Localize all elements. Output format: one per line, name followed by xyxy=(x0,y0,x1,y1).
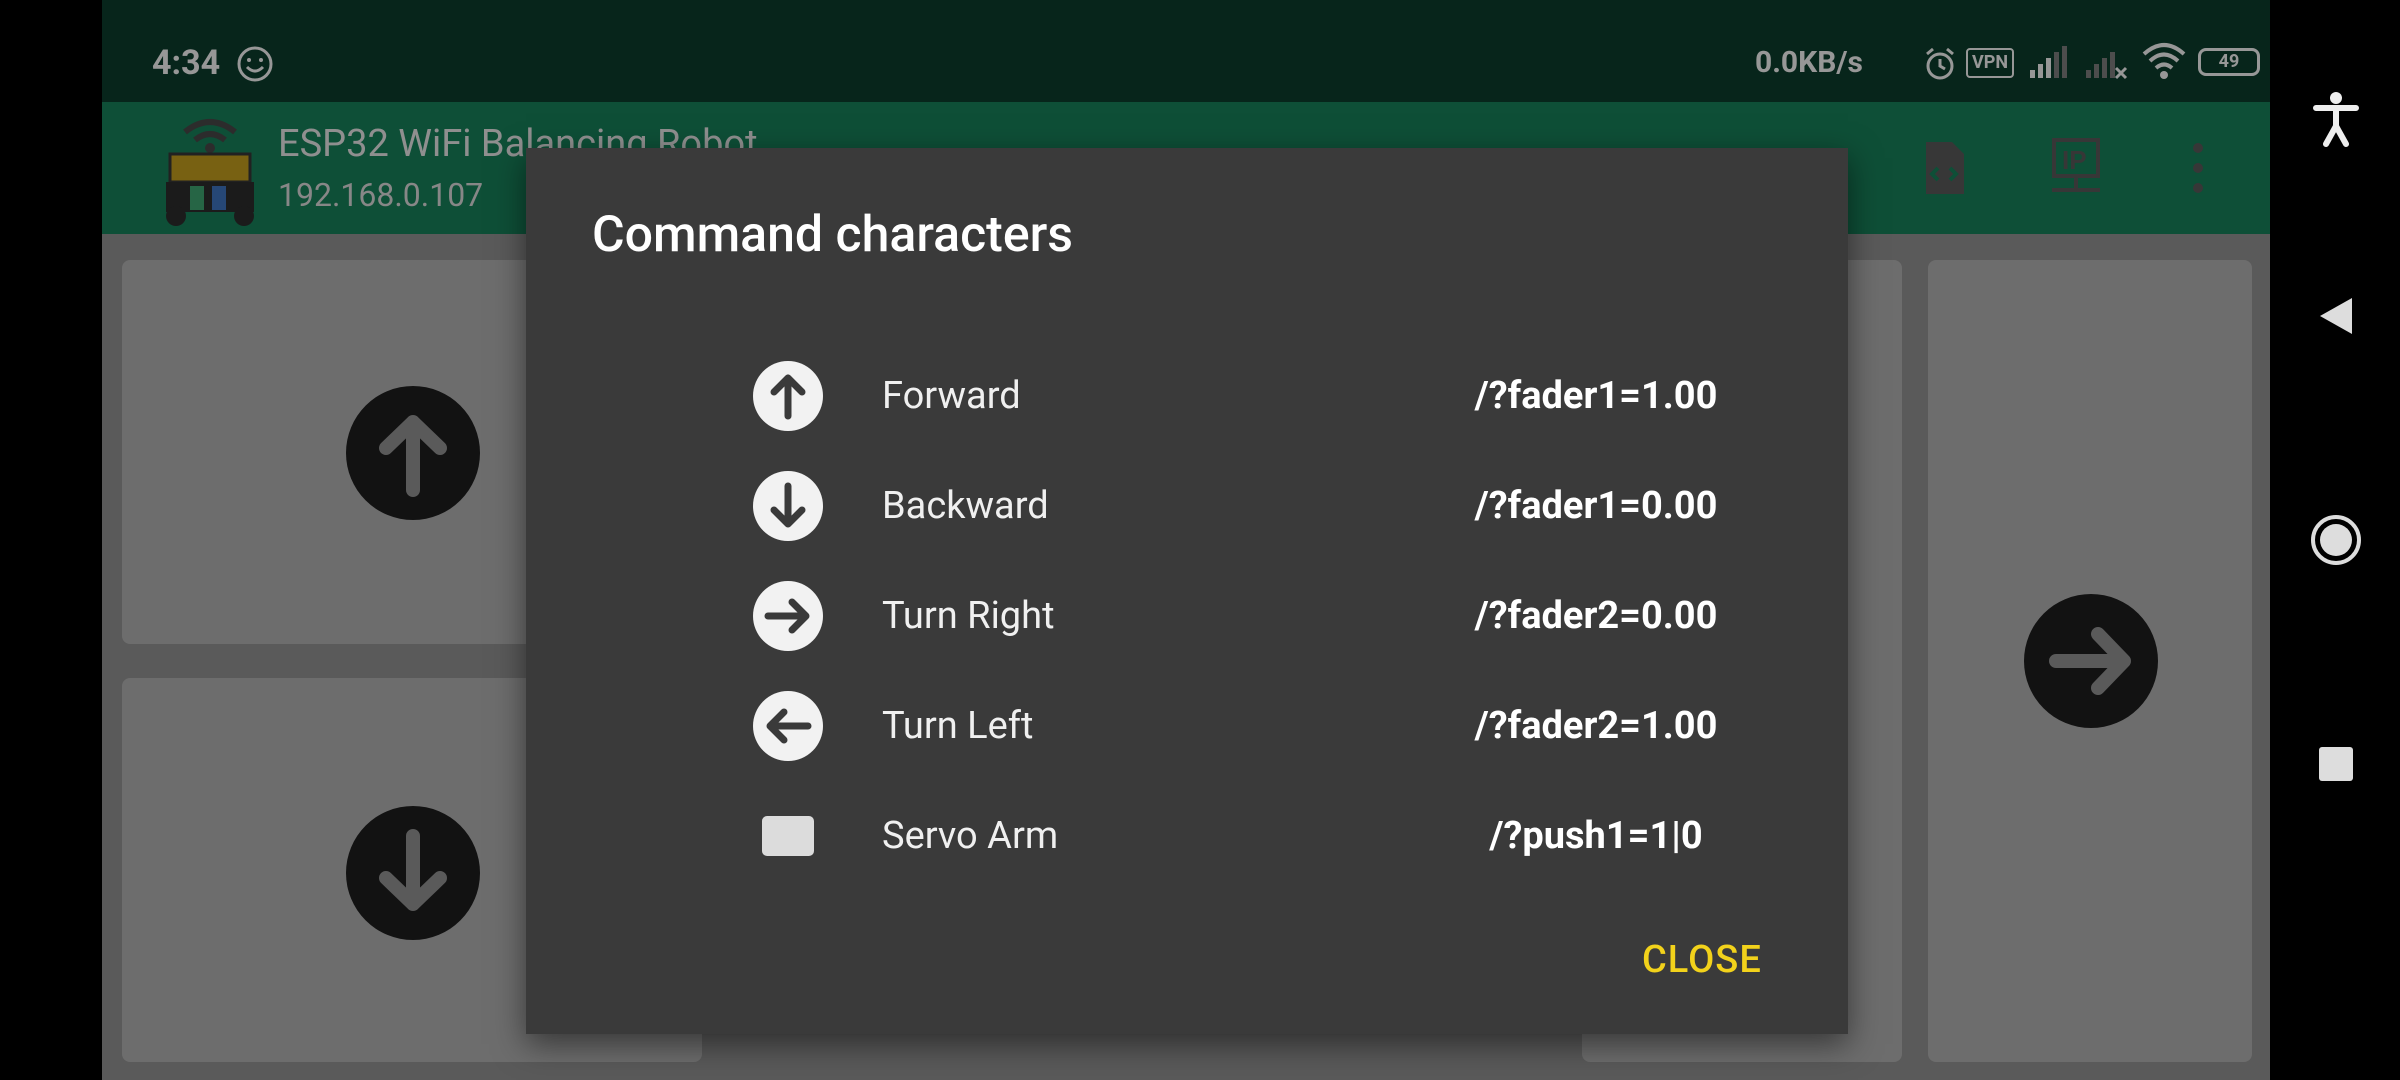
command-row-turn-left: Turn Left /?fader2=1.00 xyxy=(526,676,1848,776)
command-label: Turn Right xyxy=(882,594,1055,638)
system-nav-bar xyxy=(2270,0,2400,1080)
command-string: /?fader2=1.00 xyxy=(1474,704,1718,748)
command-characters-dialog: Command characters Forward /?fader1=1.00… xyxy=(526,148,1848,1034)
square-icon xyxy=(752,800,824,872)
command-row-backward: Backward /?fader1=0.00 xyxy=(526,456,1848,556)
command-label: Backward xyxy=(882,484,1049,528)
arrow-right-icon xyxy=(752,580,824,652)
command-string: /?fader1=1.00 xyxy=(1474,374,1718,418)
command-row-turn-right: Turn Right /?fader2=0.00 xyxy=(526,566,1848,666)
app-screen: 4:34 0.0KB/s VPN 49 ESP32 WiFi Balancing… xyxy=(102,0,2270,1080)
command-string: /?fader2=0.00 xyxy=(1474,594,1718,638)
arrow-left-icon xyxy=(752,690,824,762)
command-row-forward: Forward /?fader1=1.00 xyxy=(526,346,1848,446)
command-string: /?push1=1|0 xyxy=(1489,814,1703,858)
home-icon[interactable] xyxy=(2306,510,2366,570)
close-button[interactable]: CLOSE xyxy=(1642,938,1762,982)
arrow-up-icon xyxy=(752,360,824,432)
command-string: /?fader1=0.00 xyxy=(1474,484,1718,528)
back-icon[interactable] xyxy=(2306,286,2366,346)
command-row-servo-arm: Servo Arm /?push1=1|0 xyxy=(526,786,1848,886)
accessibility-icon[interactable] xyxy=(2306,88,2366,148)
dialog-title: Command characters xyxy=(592,206,1074,264)
command-label: Forward xyxy=(882,374,1021,418)
command-label: Servo Arm xyxy=(882,814,1059,858)
recents-icon[interactable] xyxy=(2306,734,2366,794)
arrow-down-icon xyxy=(752,470,824,542)
command-label: Turn Left xyxy=(882,704,1034,748)
